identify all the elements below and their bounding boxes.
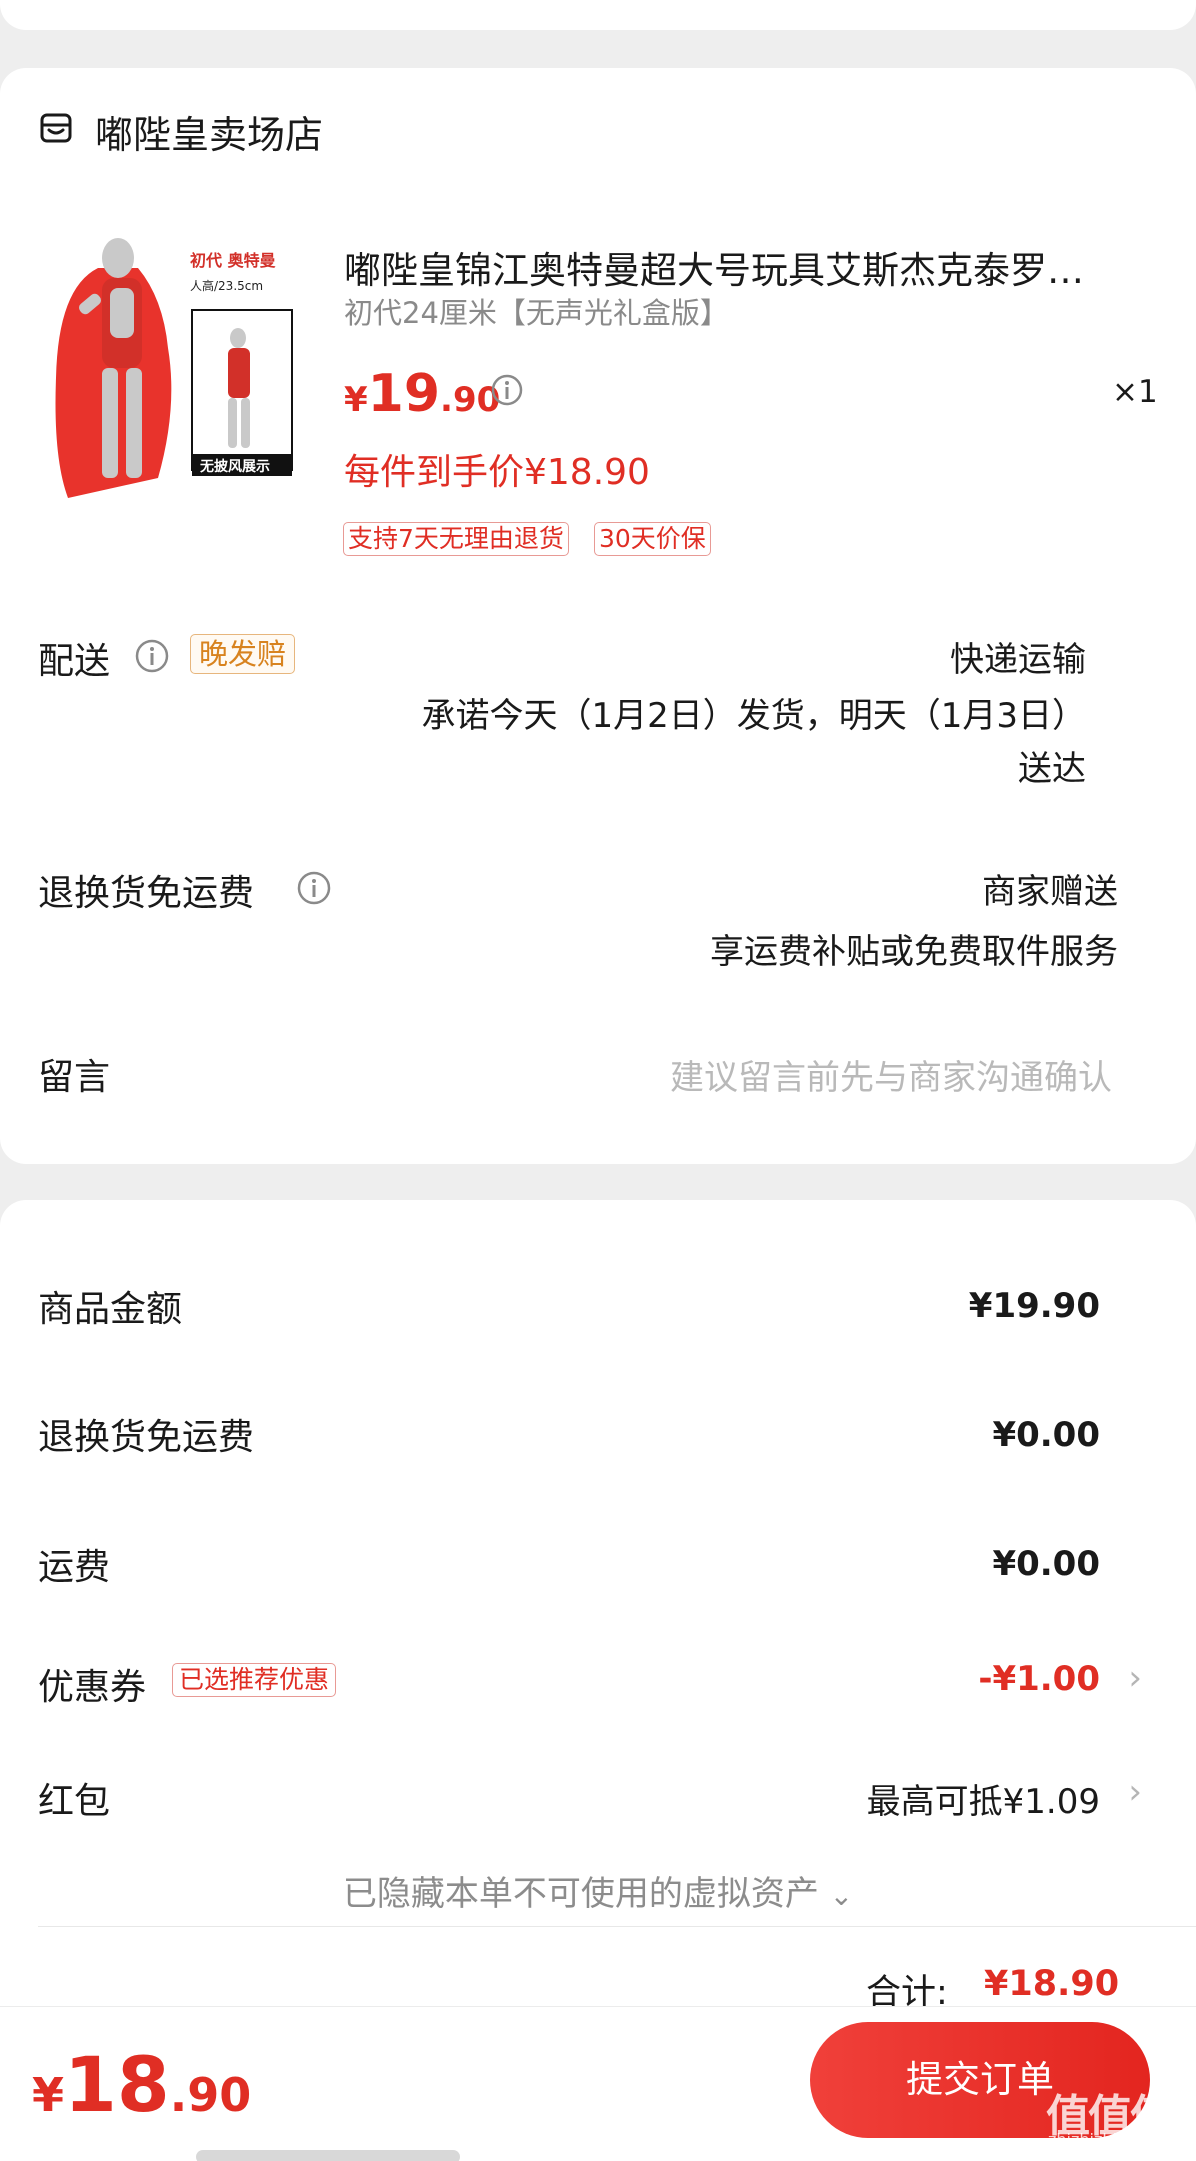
return-shipping-detail: 享运费补贴或免费取件服务 (710, 932, 1118, 972)
return-fee-label: 退换货免运费 (38, 1417, 255, 1458)
delivery-label: 配送 (38, 641, 111, 682)
bottom-price-decimal: .90 (169, 2068, 252, 2122)
bottom-price-integer: 18 (64, 2040, 170, 2129)
chevron-right-icon[interactable]: › (1128, 1772, 1142, 1812)
divider (38, 1926, 1196, 1927)
redpacket-value[interactable]: 最高可抵¥1.09 (867, 1774, 1100, 1823)
hidden-assets-toggle[interactable]: 已隐藏本单不可使用的虚拟资产 ⌄ (0, 1866, 1196, 1915)
info-icon[interactable] (134, 638, 170, 674)
coupon-badge: 已选推荐优惠 (172, 1663, 337, 1697)
store-icon (40, 113, 72, 143)
message-label: 留言 (38, 1057, 111, 1098)
total-value: ¥18.90 (984, 1964, 1120, 2004)
return-policy-tag: 支持7天无理由退货 (343, 522, 569, 556)
return-fee-value: ¥0.00 (992, 1415, 1100, 1455)
price-protect-tag: 30天价保 (594, 522, 711, 556)
message-input[interactable]: 建议留言前先与商家沟通确认 (670, 1050, 1112, 1099)
previous-card-edge (0, 0, 1196, 30)
delivery-method[interactable]: 快递运输 (950, 632, 1086, 681)
info-icon[interactable] (296, 870, 332, 906)
delivery-promise: 承诺今天（1月2日）发货，明天（1月3日） (421, 696, 1086, 736)
watermark-url: zhizhizhi.com (1048, 2130, 1157, 2149)
quantity[interactable]: ×1 (1112, 374, 1158, 410)
shop-name[interactable]: 嘟陛皇卖场店 (95, 104, 323, 159)
unit-price: 每件到手价¥18.90 (344, 452, 650, 493)
shipping-label: 运费 (38, 1547, 111, 1588)
shipping-value: ¥0.00 (992, 1544, 1100, 1584)
redpacket-label[interactable]: 红包 (38, 1772, 110, 1824)
coupon-label[interactable]: 优惠券 (38, 1658, 146, 1710)
hidden-assets-text: 已隐藏本单不可使用的虚拟资产 (342, 1874, 819, 1914)
goods-amount-value: ¥19.90 (968, 1286, 1100, 1326)
info-icon[interactable] (490, 373, 524, 407)
product-spec[interactable]: 初代24厘米【无声光礼盒版】 (344, 290, 729, 332)
chevron-down-icon: ⌄ (829, 1879, 854, 1912)
home-indicator (196, 2150, 460, 2161)
price-currency: ¥ (344, 380, 368, 420)
return-shipping-value: 商家赠送 (982, 872, 1118, 912)
image-badge-text: 初代 奥特曼 (190, 251, 276, 270)
return-shipping-label: 退换货免运费 (38, 873, 255, 914)
chevron-right-icon[interactable]: › (1128, 1658, 1142, 1698)
image-height-text: 人高/23.5cm (190, 278, 263, 293)
bottom-total-price: ¥18.90 (32, 2040, 251, 2129)
product-image[interactable]: 初代 奥特曼 人高/23.5cm 无披风展示 (38, 228, 308, 518)
product-title[interactable]: 嘟陛皇锦江奥特曼超大号玩具艾斯杰克泰罗… (344, 240, 1124, 294)
image-caption-text: 无披风展示 (199, 458, 270, 475)
product-price: ¥19.90 (344, 364, 500, 424)
price-integer: 19 (367, 364, 441, 424)
coupon-value[interactable]: -¥1.00 (978, 1659, 1100, 1699)
bottom-price-currency: ¥ (32, 2068, 65, 2122)
goods-amount-label: 商品金额 (38, 1289, 183, 1330)
delivery-promise-cont: 送达 (1018, 749, 1086, 789)
late-delivery-compensation-badge[interactable]: 晚发赔 (190, 634, 296, 674)
